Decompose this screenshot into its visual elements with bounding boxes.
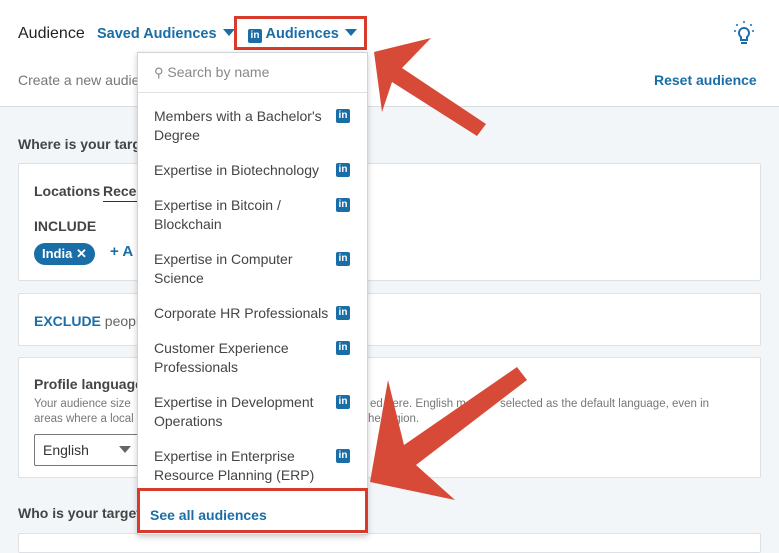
annotation-arrows (370, 38, 527, 500)
annotation-arrow-down (370, 367, 527, 500)
annotation-arrow-up (374, 38, 486, 136)
